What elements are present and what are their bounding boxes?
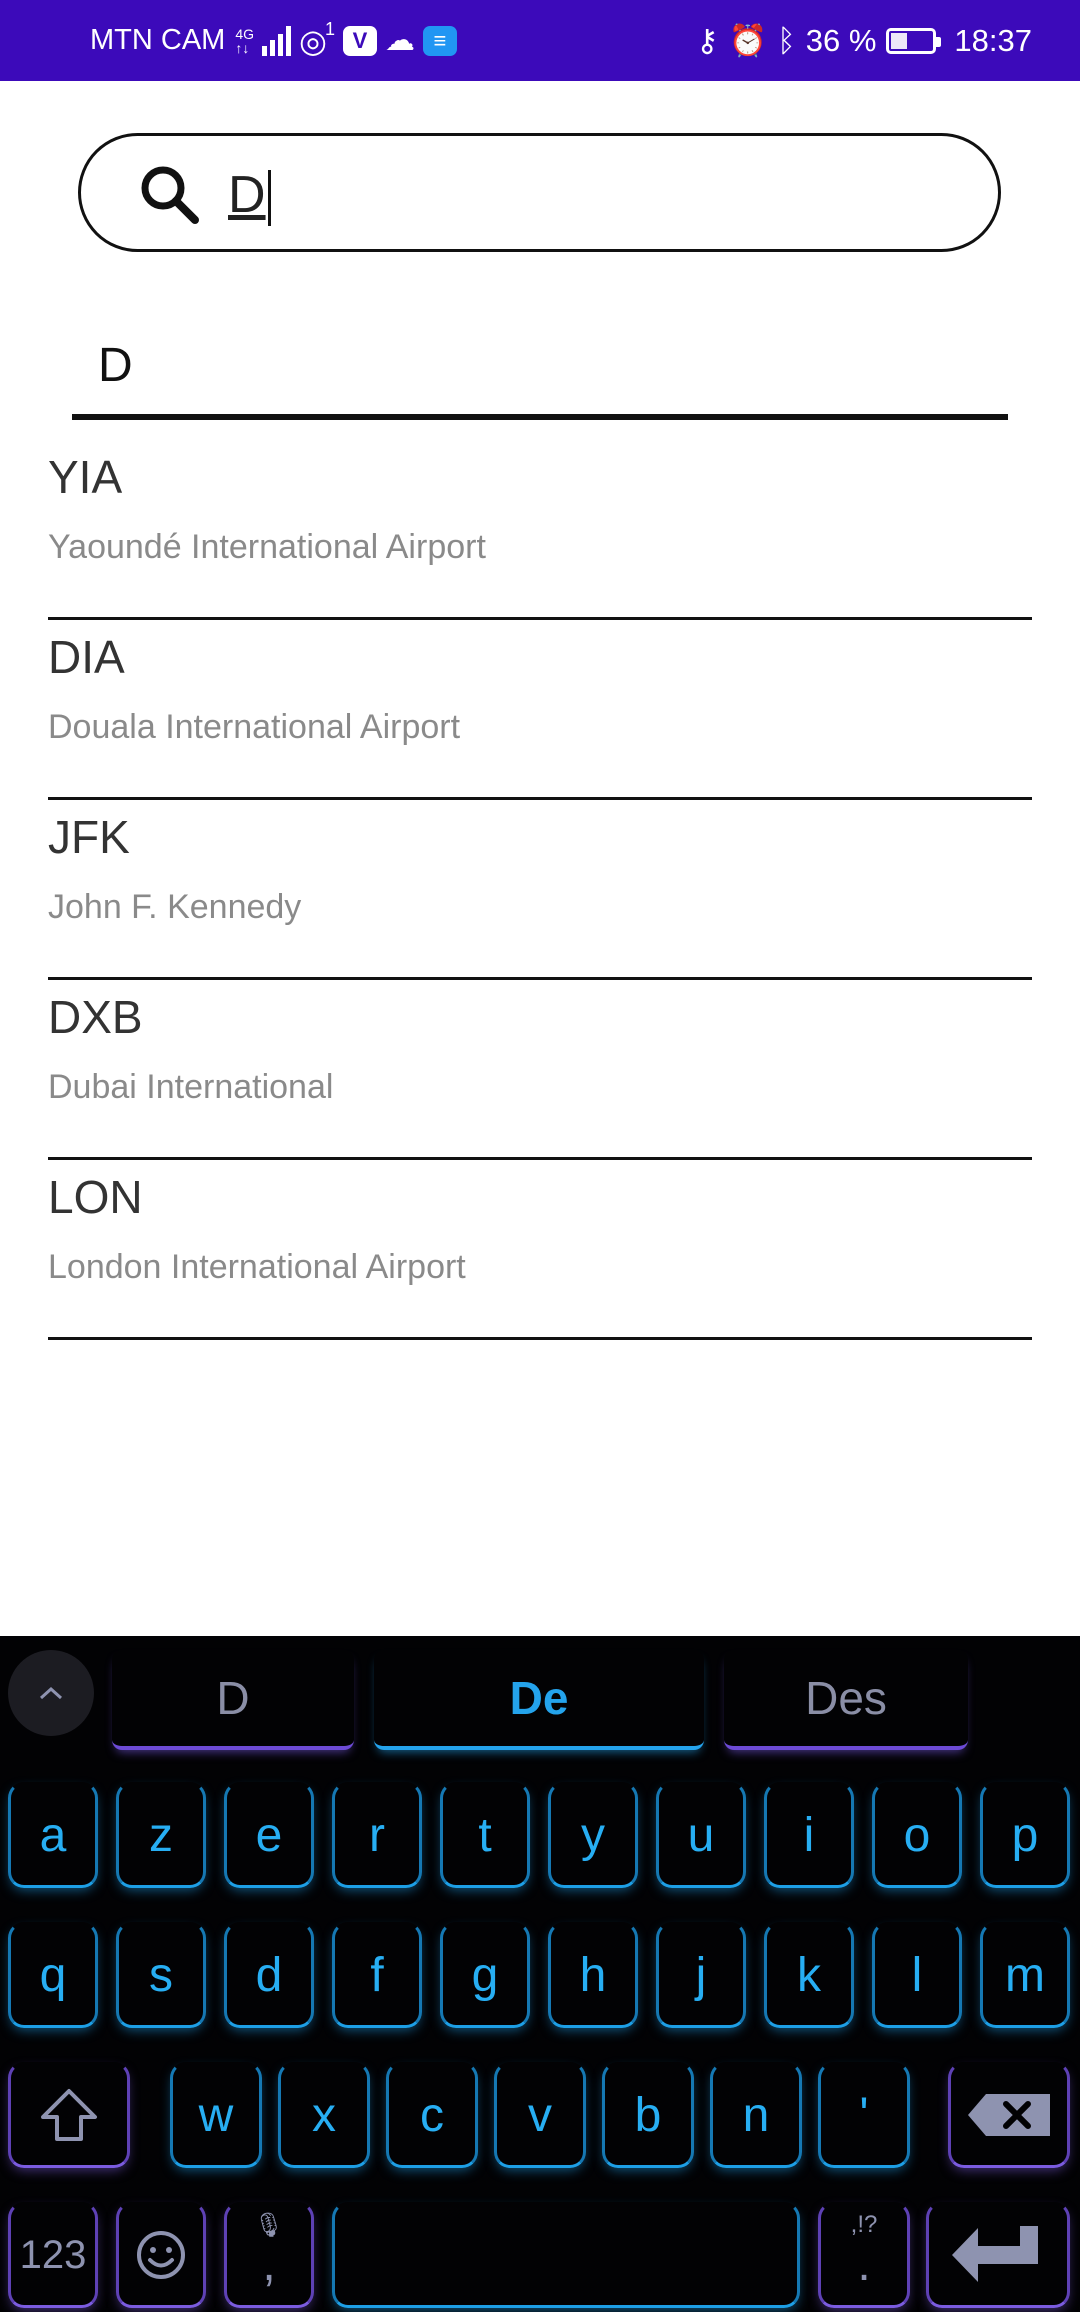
key-z[interactable]: z: [116, 1782, 206, 1888]
network-type: 4G ↑↓: [235, 25, 255, 56]
key-v[interactable]: v: [494, 2062, 586, 2168]
key-c[interactable]: c: [386, 2062, 478, 2168]
key-u[interactable]: u: [656, 1782, 746, 1888]
alarm-icon: ⏰: [728, 23, 768, 58]
carrier-label: MTN CAM: [90, 24, 226, 56]
battery-fill: [891, 32, 908, 49]
search-input[interactable]: D: [228, 160, 271, 230]
airport-list: YIA Yaoundé International Airport DIA Do…: [48, 440, 1032, 1340]
hotspot-icon: ◎: [299, 22, 327, 59]
key-w[interactable]: w: [170, 2062, 262, 2168]
search-field[interactable]: D: [78, 133, 1001, 252]
airport-name: Douala International Airport: [48, 708, 461, 746]
period-label: .: [857, 2237, 871, 2291]
airport-code: DXB: [48, 991, 143, 1043]
key-p[interactable]: p: [980, 1782, 1070, 1888]
soft-keyboard: D De Des a z e r t y u i o p q s d f g h…: [0, 1636, 1080, 2312]
message-icon: ≡: [422, 25, 457, 56]
battery-icon: [886, 27, 942, 54]
key-f[interactable]: f: [332, 1922, 422, 2028]
list-item[interactable]: YIA Yaoundé International Airport: [48, 440, 1032, 620]
vpn-app-icon: V: [342, 25, 377, 56]
key-a[interactable]: a: [8, 1782, 98, 1888]
period-alt-label: ,!?: [850, 2211, 878, 2238]
notification-count: 1: [324, 19, 335, 39]
key-d[interactable]: d: [224, 1922, 314, 2028]
search-value: D: [228, 166, 266, 224]
airport-code: YIA: [48, 451, 123, 503]
shift-key[interactable]: [8, 2062, 130, 2168]
backspace-key[interactable]: [948, 2062, 1070, 2168]
airport-name: John F. Kennedy: [48, 888, 302, 926]
key-l[interactable]: l: [872, 1922, 962, 2028]
shift-icon: [41, 2089, 97, 2141]
period-key[interactable]: ,!? .: [818, 2202, 910, 2308]
list-item[interactable]: LON London International Airport: [48, 1160, 1032, 1340]
suggestion-1[interactable]: D: [112, 1650, 354, 1750]
airport-code: LON: [48, 1171, 143, 1223]
enter-key[interactable]: [926, 2202, 1070, 2308]
comma-label: ,: [262, 2237, 276, 2291]
key-i[interactable]: i: [764, 1782, 854, 1888]
filter-value: D: [98, 339, 133, 392]
suggestion-3[interactable]: Des: [724, 1650, 968, 1750]
emoji-key[interactable]: [116, 2202, 206, 2308]
key-x[interactable]: x: [278, 2062, 370, 2168]
key-t[interactable]: t: [440, 1782, 530, 1888]
bluetooth-icon: ᛒ: [777, 22, 796, 58]
cloud-icon: ☁: [384, 24, 415, 57]
list-item[interactable]: DIA Douala International Airport: [48, 620, 1032, 800]
chevron-up-icon: [39, 1686, 63, 1700]
text-caret: [267, 170, 271, 227]
enter-icon: [952, 2226, 1038, 2282]
status-left: MTN CAM 4G ↑↓ ◎ 1 V ☁ ≡: [90, 0, 457, 81]
key-y[interactable]: y: [548, 1782, 638, 1888]
search-icon: [141, 166, 199, 224]
comma-key[interactable]: 🎙 ,: [224, 2202, 314, 2308]
airport-name: London International Airport: [48, 1248, 466, 1286]
key-m[interactable]: m: [980, 1922, 1070, 2028]
key-n[interactable]: n: [710, 2062, 802, 2168]
clock: 18:37: [954, 22, 1032, 58]
keyboard-collapse-button[interactable]: [8, 1650, 94, 1736]
key-h[interactable]: h: [548, 1922, 638, 2028]
key-b[interactable]: b: [602, 2062, 694, 2168]
battery-percent: 36 %: [805, 22, 877, 58]
key-o[interactable]: o: [872, 1782, 962, 1888]
emoji-icon: [137, 2231, 185, 2279]
space-key[interactable]: [332, 2202, 800, 2308]
backspace-icon: [968, 2094, 1050, 2136]
suggestion-2[interactable]: De: [374, 1650, 704, 1750]
key-r[interactable]: r: [332, 1782, 422, 1888]
key-s[interactable]: s: [116, 1922, 206, 2028]
status-bar: MTN CAM 4G ↑↓ ◎ 1 V ☁ ≡ ⚷ ⏰ ᛒ 36 % 18:37: [0, 0, 1080, 81]
key-q[interactable]: q: [8, 1922, 98, 2028]
signal-icon: [262, 25, 292, 56]
list-item[interactable]: DXB Dubai International: [48, 980, 1032, 1160]
key-j[interactable]: j: [656, 1922, 746, 2028]
key-apostrophe[interactable]: ': [818, 2062, 910, 2168]
numbers-key[interactable]: 123: [8, 2202, 98, 2308]
airport-code: DIA: [48, 631, 125, 683]
key-k[interactable]: k: [764, 1922, 854, 2028]
status-right: ⚷ ⏰ ᛒ 36 % 18:37: [696, 0, 1032, 81]
airport-name: Yaoundé International Airport: [48, 528, 486, 566]
filter-field[interactable]: D: [72, 330, 1008, 420]
key-g[interactable]: g: [440, 1922, 530, 2028]
microphone-icon: 🎙: [253, 2212, 285, 2239]
airport-name: Dubai International: [48, 1068, 334, 1106]
key-e[interactable]: e: [224, 1782, 314, 1888]
airport-code: JFK: [48, 811, 130, 863]
list-item[interactable]: JFK John F. Kennedy: [48, 800, 1032, 980]
key-icon: ⚷: [695, 22, 719, 58]
